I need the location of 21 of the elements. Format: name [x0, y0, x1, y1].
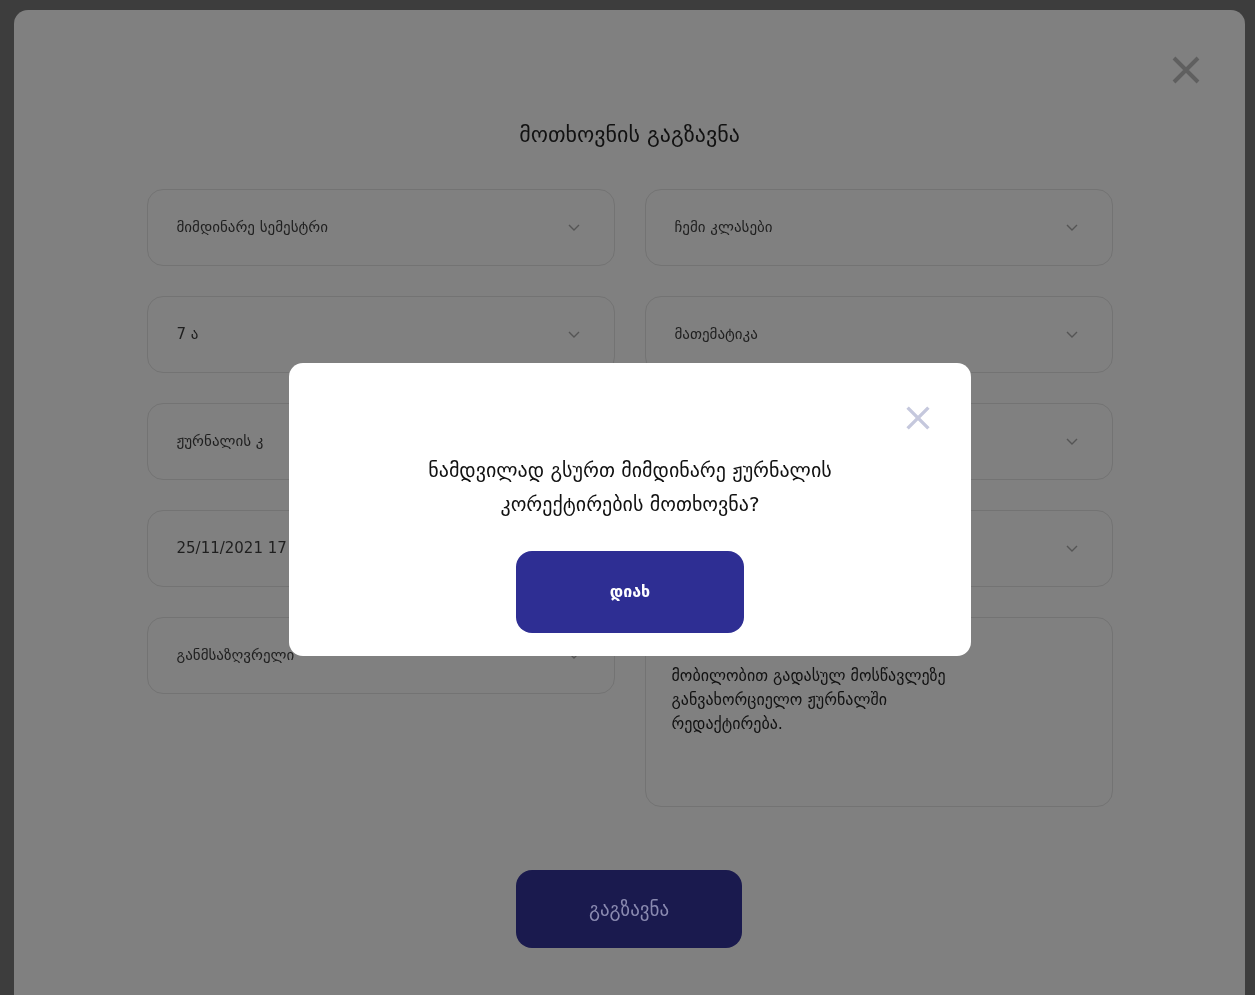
select-value: 7 ა — [176, 324, 199, 346]
select-value: ჩემი კლასები — [674, 217, 773, 239]
chevron-down-icon — [1065, 437, 1078, 446]
select-value: მიმდინარე სემესტრი — [176, 217, 328, 239]
confirm-button[interactable]: დიახ — [516, 551, 744, 633]
select-value: განმსაზღვრელი — [176, 645, 295, 667]
select-field[interactable]: ჩემი კლასები — [644, 189, 1113, 266]
chevron-down-icon — [1065, 223, 1078, 232]
select-value: ჟურნალის კ — [176, 431, 264, 453]
chevron-down-icon — [1065, 544, 1078, 553]
chevron-down-icon — [1065, 330, 1078, 339]
dialog-message: ნამდვილად გსურთ მიმდინარე ჟურნალის კორექტირების მოთხოვნა? — [427, 457, 833, 518]
chevron-down-icon — [567, 223, 580, 232]
close-icon[interactable] — [1171, 55, 1201, 85]
select-field[interactable]: მიმდინარე სემესტრი — [146, 189, 615, 266]
select-value: მათემატიკა — [674, 324, 758, 346]
chevron-down-icon — [567, 330, 580, 339]
submit-button[interactable]: გაგზავნა — [516, 870, 742, 948]
select-value: 25/11/2021 17 — [176, 538, 287, 560]
modal-title: მოთხოვნის გაგზავნა — [519, 121, 740, 149]
text-area-value: მობილობით გადასულ მოსწავლეზე განვახორციელო ჟურნალში რედაქტირება. — [671, 666, 946, 733]
